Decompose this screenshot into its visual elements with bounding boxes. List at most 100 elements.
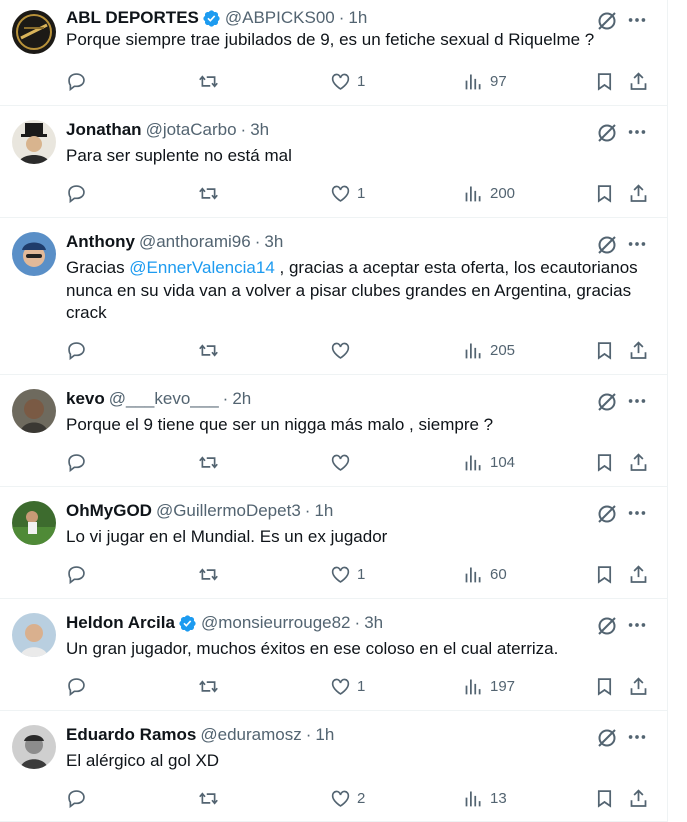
share-button[interactable] [628, 674, 649, 698]
share-button[interactable] [628, 69, 649, 93]
like-button[interactable] [330, 338, 357, 362]
share-button[interactable] [628, 181, 649, 205]
handle[interactable]: @___kevo___ [109, 388, 219, 410]
views-button[interactable]: 97 [463, 69, 507, 93]
retweet-button[interactable] [198, 69, 219, 93]
display-name[interactable]: Heldon Arcila [66, 612, 175, 634]
reply-button[interactable] [66, 338, 87, 362]
timestamp[interactable]: 3h [250, 119, 269, 141]
bookmark-button[interactable] [594, 562, 615, 586]
timestamp[interactable]: 3h [264, 231, 283, 253]
retweet-button[interactable] [198, 562, 219, 586]
like-button[interactable] [330, 450, 357, 474]
grok-icon[interactable] [595, 614, 619, 638]
handle[interactable]: @jotaCarbo [146, 119, 237, 141]
views-button[interactable]: 13 [463, 786, 507, 810]
reply-button[interactable] [66, 562, 87, 586]
display-name[interactable]: Anthony [66, 231, 135, 253]
like-button[interactable]: 1 [330, 181, 365, 205]
bookmark-icon [597, 72, 612, 91]
reply-button[interactable] [66, 674, 87, 698]
bookmark-icon [597, 677, 612, 696]
share-icon [630, 183, 647, 202]
retweet-button[interactable] [198, 674, 219, 698]
display-name[interactable]: Jonathan [66, 119, 142, 141]
views-button[interactable]: 205 [463, 338, 515, 362]
like-button[interactable]: 1 [330, 674, 365, 698]
timestamp[interactable]: 2h [232, 388, 251, 410]
reply-button[interactable] [66, 181, 87, 205]
bookmark-button[interactable] [594, 338, 615, 362]
handle[interactable]: @monsieurrouge82 [201, 612, 351, 634]
timestamp[interactable]: 1h [314, 500, 333, 522]
bookmark-button[interactable] [594, 181, 615, 205]
more-icon[interactable] [626, 9, 648, 31]
avatar[interactable] [12, 501, 56, 545]
reply-button[interactable] [66, 450, 87, 474]
handle[interactable]: @anthorami96 [139, 231, 251, 253]
avatar[interactable] [12, 389, 56, 433]
more-icon[interactable] [626, 390, 648, 412]
grok-icon[interactable] [595, 390, 619, 414]
share-button[interactable] [628, 786, 649, 810]
more-icon[interactable] [626, 502, 648, 524]
avatar[interactable] [12, 613, 56, 657]
grok-icon[interactable] [595, 233, 619, 257]
retweet-button[interactable] [198, 786, 219, 810]
avatar[interactable] [12, 725, 56, 769]
like-icon [331, 342, 350, 359]
grok-icon[interactable] [595, 726, 619, 750]
retweet-button[interactable] [198, 338, 219, 362]
tweet[interactable]: Heldon Arcila @monsieurrouge82 · 3h Un g… [0, 599, 667, 711]
mention-link[interactable]: @EnnerValencia14 [129, 258, 274, 277]
more-icon[interactable] [626, 726, 648, 748]
views-button[interactable]: 197 [463, 674, 515, 698]
display-name[interactable]: Eduardo Ramos [66, 724, 196, 746]
avatar[interactable] [12, 120, 56, 164]
separator: · [254, 232, 261, 251]
more-icon[interactable] [626, 614, 648, 636]
handle[interactable]: @GuillermoDepet3 [156, 500, 301, 522]
tweet[interactable]: Jonathan @jotaCarbo · 3h Para ser suplen… [0, 106, 667, 218]
more-icon[interactable] [626, 121, 648, 143]
display-name[interactable]: ABL DEPORTES [66, 7, 199, 29]
retweet-button[interactable] [198, 450, 219, 474]
handle[interactable]: @eduramosz [200, 724, 301, 746]
views-button[interactable]: 200 [463, 181, 515, 205]
like-button[interactable]: 2 [330, 786, 365, 810]
grok-icon[interactable] [595, 502, 619, 526]
timestamp[interactable]: 1h [315, 724, 334, 746]
tweet[interactable]: OhMyGOD @GuillermoDepet3 · 1h Lo vi juga… [0, 487, 667, 599]
like-button[interactable]: 1 [330, 69, 365, 93]
reply-button[interactable] [66, 69, 87, 93]
avatar[interactable] [12, 10, 56, 54]
bookmark-button[interactable] [594, 786, 615, 810]
grok-icon[interactable] [595, 121, 619, 145]
views-button[interactable]: 104 [463, 450, 515, 474]
tweet[interactable]: ABL DEPORTES @ABPICKS00 · 1h Porque siem… [0, 0, 667, 106]
retweet-icon [199, 567, 218, 581]
views-button[interactable]: 60 [463, 562, 507, 586]
like-icon [331, 566, 350, 583]
reply-button[interactable] [66, 786, 87, 810]
display-name[interactable]: kevo [66, 388, 105, 410]
tweet[interactable]: Anthony @anthorami96 · 3h Gracias @Enner… [0, 218, 667, 375]
retweet-button[interactable] [198, 181, 219, 205]
share-button[interactable] [628, 338, 649, 362]
tweet[interactable]: Eduardo Ramos @eduramosz · 1h El alérgic… [0, 711, 667, 822]
like-count: 1 [357, 184, 366, 202]
avatar[interactable] [12, 232, 56, 276]
timestamp[interactable]: 1h [348, 7, 367, 29]
share-button[interactable] [628, 562, 649, 586]
share-button[interactable] [628, 450, 649, 474]
action-bar: 104 [0, 450, 667, 474]
like-button[interactable]: 1 [330, 562, 365, 586]
bookmark-button[interactable] [594, 69, 615, 93]
handle[interactable]: @ABPICKS00 [225, 7, 335, 29]
bookmark-button[interactable] [594, 674, 615, 698]
bookmark-button[interactable] [594, 450, 615, 474]
more-icon[interactable] [626, 233, 648, 255]
timestamp[interactable]: 3h [364, 612, 383, 634]
tweet[interactable]: kevo @___kevo___ · 2h Porque el 9 tiene … [0, 375, 667, 487]
display-name[interactable]: OhMyGOD [66, 500, 152, 522]
